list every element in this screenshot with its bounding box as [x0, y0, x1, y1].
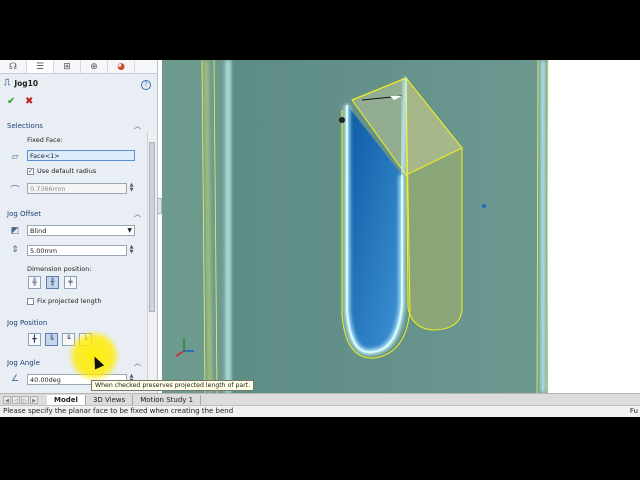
jog-offset-header[interactable]: Jog Offset: [7, 210, 41, 218]
scrollbar-thumb[interactable]: [149, 142, 155, 312]
configuration-manager-tab[interactable]: ⊞: [54, 60, 81, 73]
graphics-viewport[interactable]: [162, 60, 640, 393]
feature-title: Jog10: [14, 78, 39, 88]
dimension-position-label: Dimension position:: [27, 265, 92, 273]
inside-offset-icon: ╫: [50, 278, 55, 286]
offset-distance-icon: ⇕: [11, 245, 19, 255]
status-right-text: Fu: [629, 407, 638, 415]
jog-angle-collapse-icon[interactable]: ︿: [134, 358, 141, 368]
ok-button[interactable]: ✔: [7, 96, 15, 107]
next-tab-icon[interactable]: ▷: [21, 395, 29, 404]
feature-manager-icon: ☊: [9, 61, 17, 72]
material-outside-icon: ╙: [66, 335, 71, 343]
status-message: Please specify the planar face to be fix…: [3, 407, 234, 415]
face-selection-icon: ▱: [11, 152, 19, 162]
prev-tab-icon[interactable]: ◁: [12, 395, 20, 404]
end-condition-value: Blind: [30, 227, 47, 235]
sheet-left-strip: [162, 60, 232, 393]
bend-centerline-icon: ╋: [32, 335, 37, 343]
tab-3d-views[interactable]: 3D Views: [86, 394, 134, 405]
feature-manager-tab[interactable]: ☊: [0, 60, 27, 73]
jog-angle-header[interactable]: Jog Angle: [7, 359, 40, 367]
chevron-down-icon: ▼: [127, 227, 132, 234]
use-default-radius-checkbox[interactable]: ✓: [27, 168, 34, 175]
selections-collapse-icon[interactable]: ︿: [134, 121, 141, 131]
display-manager-icon: ◕: [117, 61, 125, 72]
jog-feature-icon: ⎍: [4, 78, 11, 88]
fix-projected-length-tooltip: When checked preserves projected length …: [91, 380, 255, 391]
outside-offset-icon: ╬: [32, 278, 37, 286]
fix-projected-length-checkbox[interactable]: [27, 298, 34, 305]
end-condition-icon: ◩: [10, 226, 20, 236]
model-tab-bar: ◀ ◁ ▷ ▶ Model 3D Views Motion Study 1: [0, 393, 640, 405]
help-icon[interactable]: ?: [141, 80, 151, 90]
first-tab-icon[interactable]: ◀: [3, 395, 11, 404]
manager-tabs: ☊ ☰ ⊞ ⊕ ◕: [0, 60, 157, 74]
property-manager-icon: ☰: [35, 61, 45, 72]
status-bar: Please specify the planar face to be fix…: [0, 405, 640, 417]
model-preview: [162, 60, 549, 393]
tab-motion-study[interactable]: Motion Study 1: [133, 394, 202, 405]
offset-distance-input[interactable]: 5.00mm: [27, 245, 127, 256]
overall-dimension-button[interactable]: ╪: [64, 276, 77, 289]
panel-scrollbar[interactable]: [147, 132, 156, 390]
material-inside-icon: ╚: [49, 335, 54, 343]
selections-header[interactable]: Selections: [7, 122, 43, 130]
inside-offset-button[interactable]: ╫: [46, 276, 59, 289]
feature-title-row: ⎍ Jog10: [4, 78, 38, 88]
configuration-manager-icon: ⊞: [63, 61, 71, 72]
sketch-point: [339, 117, 345, 123]
end-condition-select[interactable]: Blind ▼: [27, 225, 135, 236]
dimxpert-tab[interactable]: ⊕: [81, 60, 108, 73]
use-default-radius-label: Use default radius: [37, 167, 97, 175]
material-inside-button[interactable]: ╚: [45, 333, 58, 346]
last-tab-icon[interactable]: ▶: [30, 395, 38, 404]
tab-scroll-arrows: ◀ ◁ ▷ ▶: [0, 395, 47, 404]
solidworks-window: ☊ ☰ ⊞ ⊕ ◕ ⎍ Jog10 ? ✔ ✖ Selections ︿ Fix…: [0, 60, 640, 417]
dimxpert-icon: ⊕: [90, 61, 98, 72]
display-manager-tab[interactable]: ◕: [108, 60, 135, 73]
offset-distance-spinner[interactable]: ▲ ▼: [128, 245, 135, 256]
origin-point: [482, 204, 486, 208]
jog-angle-icon: ∠: [10, 374, 20, 384]
jog-offset-collapse-icon[interactable]: ︿: [134, 209, 141, 219]
bend-radius-spinner[interactable]: ▲ ▼: [128, 183, 135, 194]
overall-dimension-icon: ╪: [68, 278, 73, 286]
fixed-face-field[interactable]: Face<1>: [27, 150, 135, 161]
cancel-button[interactable]: ✖: [25, 96, 33, 107]
fix-projected-length-label: Fix projected length: [37, 297, 102, 305]
tab-model[interactable]: Model: [47, 394, 86, 405]
property-manager-tab[interactable]: ☰: [27, 60, 54, 73]
bend-centerline-button[interactable]: ╋: [28, 333, 41, 346]
bend-radius-icon: ⌒: [10, 185, 20, 196]
bend-radius-input[interactable]: 0.7366mm: [27, 183, 127, 194]
fixed-face-label: Fixed Face:: [27, 136, 63, 144]
jog-position-header[interactable]: Jog Position: [7, 319, 47, 327]
outside-offset-button[interactable]: ╬: [28, 276, 41, 289]
